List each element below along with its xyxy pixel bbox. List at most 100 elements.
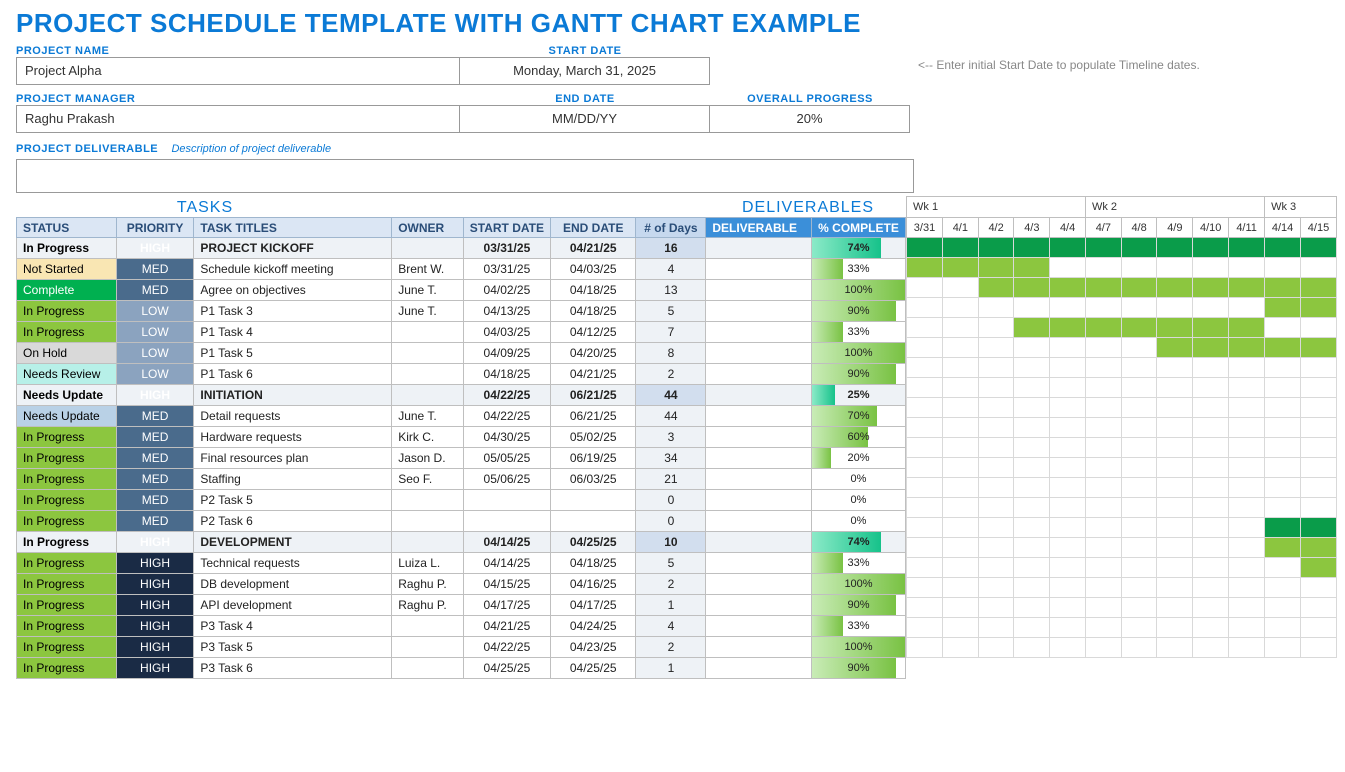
deliverable-cell[interactable] [706, 385, 812, 406]
table-row[interactable]: In ProgressMEDHardware requestsKirk C.04… [17, 427, 906, 448]
status-cell[interactable]: Complete [17, 280, 117, 301]
priority-cell[interactable]: LOW [116, 322, 194, 343]
deliverable-cell[interactable] [706, 574, 812, 595]
status-cell[interactable]: In Progress [17, 574, 117, 595]
title-cell[interactable]: P3 Task 5 [194, 637, 392, 658]
table-row[interactable]: In ProgressMEDP2 Task 500% [17, 490, 906, 511]
start-cell[interactable]: 04/15/25 [463, 574, 550, 595]
table-row[interactable]: In ProgressHIGHAPI developmentRaghu P.04… [17, 595, 906, 616]
priority-cell[interactable]: HIGH [116, 574, 194, 595]
status-cell[interactable]: In Progress [17, 427, 117, 448]
end-cell[interactable]: 04/25/25 [551, 532, 636, 553]
deliverable-cell[interactable] [706, 406, 812, 427]
owner-cell[interactable]: Raghu P. [392, 574, 464, 595]
status-cell[interactable]: In Progress [17, 469, 117, 490]
owner-cell[interactable] [392, 637, 464, 658]
project-name-input[interactable]: Project Alpha [16, 57, 460, 85]
end-cell[interactable]: 06/03/25 [551, 469, 636, 490]
col-deliverable[interactable]: DELIVERABLE [706, 218, 812, 238]
status-cell[interactable]: In Progress [17, 301, 117, 322]
table-row[interactable]: In ProgressHIGHP3 Task 404/21/2504/24/25… [17, 616, 906, 637]
title-cell[interactable]: Detail requests [194, 406, 392, 427]
deliverable-cell[interactable] [706, 595, 812, 616]
owner-cell[interactable]: June T. [392, 301, 464, 322]
col-owner[interactable]: OWNER [392, 218, 464, 238]
owner-cell[interactable]: Jason D. [392, 448, 464, 469]
table-row[interactable]: In ProgressMEDFinal resources planJason … [17, 448, 906, 469]
title-cell[interactable]: Staffing [194, 469, 392, 490]
table-row[interactable]: Needs UpdateMEDDetail requestsJune T.04/… [17, 406, 906, 427]
deliverable-cell[interactable] [706, 259, 812, 280]
deliverable-cell[interactable] [706, 343, 812, 364]
end-cell[interactable]: 04/18/25 [551, 280, 636, 301]
end-cell[interactable]: 05/02/25 [551, 427, 636, 448]
end-cell[interactable] [551, 490, 636, 511]
end-cell[interactable]: 04/16/25 [551, 574, 636, 595]
col-days[interactable]: # of Days [636, 218, 706, 238]
owner-cell[interactable]: June T. [392, 406, 464, 427]
col-end_date[interactable]: END DATE [551, 218, 636, 238]
priority-cell[interactable]: MED [116, 259, 194, 280]
table-row[interactable]: CompleteMEDAgree on objectivesJune T.04/… [17, 280, 906, 301]
status-cell[interactable]: Needs Update [17, 406, 117, 427]
start-cell[interactable]: 04/21/25 [463, 616, 550, 637]
owner-cell[interactable]: Brent W. [392, 259, 464, 280]
priority-cell[interactable]: MED [116, 448, 194, 469]
end-cell[interactable]: 04/21/25 [551, 238, 636, 259]
priority-cell[interactable]: MED [116, 406, 194, 427]
end-cell[interactable]: 06/19/25 [551, 448, 636, 469]
start-cell[interactable]: 04/14/25 [463, 553, 550, 574]
start-cell[interactable]: 05/05/25 [463, 448, 550, 469]
priority-cell[interactable]: LOW [116, 301, 194, 322]
owner-cell[interactable] [392, 616, 464, 637]
table-row[interactable]: In ProgressHIGHP3 Task 504/22/2504/23/25… [17, 637, 906, 658]
end-date-input[interactable]: MM/DD/YY [460, 105, 710, 133]
table-row[interactable]: In ProgressMEDStaffingSeo F.05/06/2506/0… [17, 469, 906, 490]
deliverable-cell[interactable] [706, 658, 812, 679]
title-cell[interactable]: P1 Task 5 [194, 343, 392, 364]
title-cell[interactable]: API development [194, 595, 392, 616]
priority-cell[interactable]: HIGH [116, 532, 194, 553]
owner-cell[interactable] [392, 490, 464, 511]
priority-cell[interactable]: LOW [116, 343, 194, 364]
start-cell[interactable]: 04/22/25 [463, 385, 550, 406]
deliverable-cell[interactable] [706, 511, 812, 532]
start-cell[interactable]: 03/31/25 [463, 238, 550, 259]
title-cell[interactable]: DB development [194, 574, 392, 595]
end-cell[interactable] [551, 511, 636, 532]
deliverable-cell[interactable] [706, 364, 812, 385]
end-cell[interactable]: 04/17/25 [551, 595, 636, 616]
start-cell[interactable]: 04/18/25 [463, 364, 550, 385]
status-cell[interactable]: In Progress [17, 511, 117, 532]
status-cell[interactable]: In Progress [17, 658, 117, 679]
owner-cell[interactable] [392, 322, 464, 343]
start-cell[interactable]: 04/25/25 [463, 658, 550, 679]
status-cell[interactable]: Needs Review [17, 364, 117, 385]
table-row[interactable]: In ProgressHIGHDEVELOPMENT04/14/2504/25/… [17, 532, 906, 553]
end-cell[interactable]: 04/21/25 [551, 364, 636, 385]
priority-cell[interactable]: MED [116, 511, 194, 532]
title-cell[interactable]: P1 Task 3 [194, 301, 392, 322]
priority-cell[interactable]: MED [116, 427, 194, 448]
status-cell[interactable]: In Progress [17, 490, 117, 511]
owner-cell[interactable] [392, 364, 464, 385]
end-cell[interactable]: 04/12/25 [551, 322, 636, 343]
col-priority[interactable]: PRIORITY [116, 218, 194, 238]
owner-cell[interactable] [392, 532, 464, 553]
table-row[interactable]: In ProgressHIGHP3 Task 604/25/2504/25/25… [17, 658, 906, 679]
status-cell[interactable]: In Progress [17, 322, 117, 343]
end-cell[interactable]: 04/18/25 [551, 553, 636, 574]
project-deliverable-input[interactable] [16, 159, 914, 193]
status-cell[interactable]: Not Started [17, 259, 117, 280]
title-cell[interactable]: PROJECT KICKOFF [194, 238, 392, 259]
start-cell[interactable]: 04/02/25 [463, 280, 550, 301]
table-row[interactable]: Not StartedMEDSchedule kickoff meetingBr… [17, 259, 906, 280]
end-cell[interactable]: 04/25/25 [551, 658, 636, 679]
priority-cell[interactable]: HIGH [116, 616, 194, 637]
start-cell[interactable]: 04/22/25 [463, 406, 550, 427]
end-cell[interactable]: 04/03/25 [551, 259, 636, 280]
status-cell[interactable]: In Progress [17, 595, 117, 616]
end-cell[interactable]: 04/23/25 [551, 637, 636, 658]
owner-cell[interactable]: Raghu P. [392, 595, 464, 616]
deliverable-cell[interactable] [706, 427, 812, 448]
